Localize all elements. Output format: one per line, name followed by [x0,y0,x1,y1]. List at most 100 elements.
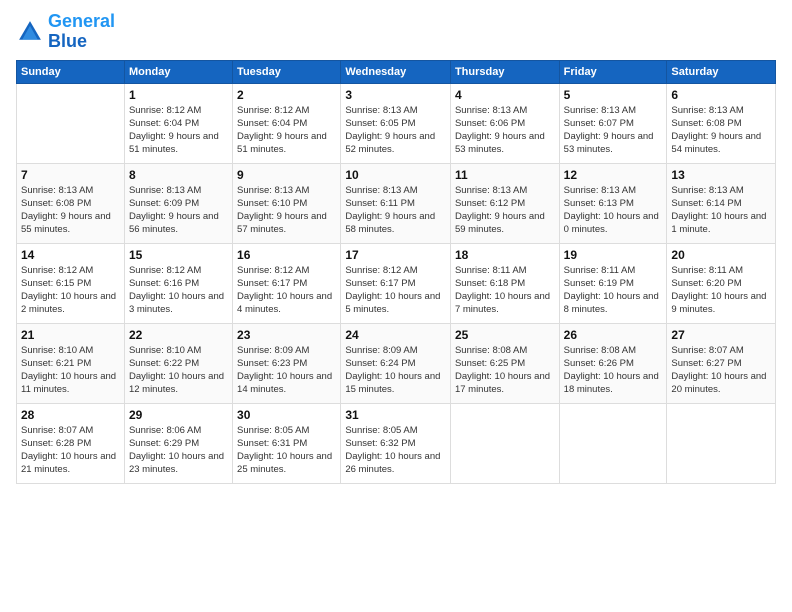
week-row-4: 21Sunrise: 8:10 AMSunset: 6:21 PMDayligh… [17,323,776,403]
cell-info: Sunrise: 8:07 AMSunset: 6:28 PMDaylight:… [21,424,120,476]
page: General Blue SundayMondayTuesdayWednesda… [0,0,792,612]
calendar-table: SundayMondayTuesdayWednesdayThursdayFrid… [16,60,776,484]
calendar-cell: 11Sunrise: 8:13 AMSunset: 6:12 PMDayligh… [450,163,559,243]
day-number: 26 [564,327,663,343]
logo-text: General Blue [48,12,115,52]
cell-info: Sunrise: 8:12 AMSunset: 6:16 PMDaylight:… [129,264,228,316]
cell-info: Sunrise: 8:11 AMSunset: 6:19 PMDaylight:… [564,264,663,316]
day-number: 27 [671,327,771,343]
calendar-cell [667,403,776,483]
day-number: 2 [237,87,336,103]
cell-info: Sunrise: 8:09 AMSunset: 6:23 PMDaylight:… [237,344,336,396]
cell-info: Sunrise: 8:10 AMSunset: 6:22 PMDaylight:… [129,344,228,396]
day-number: 30 [237,407,336,423]
calendar-cell: 19Sunrise: 8:11 AMSunset: 6:19 PMDayligh… [559,243,667,323]
cell-info: Sunrise: 8:13 AMSunset: 6:05 PMDaylight:… [345,104,446,156]
weekday-thursday: Thursday [450,60,559,83]
day-number: 18 [455,247,555,263]
day-number: 29 [129,407,228,423]
calendar-cell: 10Sunrise: 8:13 AMSunset: 6:11 PMDayligh… [341,163,451,243]
cell-info: Sunrise: 8:10 AMSunset: 6:21 PMDaylight:… [21,344,120,396]
day-number: 25 [455,327,555,343]
week-row-5: 28Sunrise: 8:07 AMSunset: 6:28 PMDayligh… [17,403,776,483]
day-number: 9 [237,167,336,183]
day-number: 11 [455,167,555,183]
calendar-cell: 9Sunrise: 8:13 AMSunset: 6:10 PMDaylight… [233,163,341,243]
calendar-cell: 30Sunrise: 8:05 AMSunset: 6:31 PMDayligh… [233,403,341,483]
day-number: 12 [564,167,663,183]
cell-info: Sunrise: 8:08 AMSunset: 6:26 PMDaylight:… [564,344,663,396]
calendar-cell: 23Sunrise: 8:09 AMSunset: 6:23 PMDayligh… [233,323,341,403]
day-number: 21 [21,327,120,343]
day-number: 24 [345,327,446,343]
weekday-wednesday: Wednesday [341,60,451,83]
day-number: 7 [21,167,120,183]
cell-info: Sunrise: 8:08 AMSunset: 6:25 PMDaylight:… [455,344,555,396]
cell-info: Sunrise: 8:06 AMSunset: 6:29 PMDaylight:… [129,424,228,476]
calendar-cell: 22Sunrise: 8:10 AMSunset: 6:22 PMDayligh… [124,323,232,403]
calendar-cell: 8Sunrise: 8:13 AMSunset: 6:09 PMDaylight… [124,163,232,243]
calendar-cell [450,403,559,483]
day-number: 17 [345,247,446,263]
calendar-cell: 13Sunrise: 8:13 AMSunset: 6:14 PMDayligh… [667,163,776,243]
calendar-cell: 25Sunrise: 8:08 AMSunset: 6:25 PMDayligh… [450,323,559,403]
calendar-cell [17,83,125,163]
day-number: 16 [237,247,336,263]
cell-info: Sunrise: 8:13 AMSunset: 6:14 PMDaylight:… [671,184,771,236]
day-number: 5 [564,87,663,103]
weekday-header-row: SundayMondayTuesdayWednesdayThursdayFrid… [17,60,776,83]
calendar-cell: 15Sunrise: 8:12 AMSunset: 6:16 PMDayligh… [124,243,232,323]
calendar-cell: 28Sunrise: 8:07 AMSunset: 6:28 PMDayligh… [17,403,125,483]
cell-info: Sunrise: 8:05 AMSunset: 6:31 PMDaylight:… [237,424,336,476]
day-number: 14 [21,247,120,263]
calendar-cell: 7Sunrise: 8:13 AMSunset: 6:08 PMDaylight… [17,163,125,243]
day-number: 6 [671,87,771,103]
day-number: 3 [345,87,446,103]
cell-info: Sunrise: 8:05 AMSunset: 6:32 PMDaylight:… [345,424,446,476]
cell-info: Sunrise: 8:12 AMSunset: 6:17 PMDaylight:… [237,264,336,316]
calendar-cell: 29Sunrise: 8:06 AMSunset: 6:29 PMDayligh… [124,403,232,483]
calendar-cell: 1Sunrise: 8:12 AMSunset: 6:04 PMDaylight… [124,83,232,163]
calendar-cell: 5Sunrise: 8:13 AMSunset: 6:07 PMDaylight… [559,83,667,163]
day-number: 19 [564,247,663,263]
day-number: 22 [129,327,228,343]
cell-info: Sunrise: 8:11 AMSunset: 6:18 PMDaylight:… [455,264,555,316]
day-number: 1 [129,87,228,103]
weekday-monday: Monday [124,60,232,83]
calendar-cell: 6Sunrise: 8:13 AMSunset: 6:08 PMDaylight… [667,83,776,163]
logo-icon [16,18,44,46]
calendar-cell: 21Sunrise: 8:10 AMSunset: 6:21 PMDayligh… [17,323,125,403]
cell-info: Sunrise: 8:07 AMSunset: 6:27 PMDaylight:… [671,344,771,396]
cell-info: Sunrise: 8:13 AMSunset: 6:09 PMDaylight:… [129,184,228,236]
cell-info: Sunrise: 8:12 AMSunset: 6:04 PMDaylight:… [129,104,228,156]
calendar-cell: 14Sunrise: 8:12 AMSunset: 6:15 PMDayligh… [17,243,125,323]
cell-info: Sunrise: 8:13 AMSunset: 6:11 PMDaylight:… [345,184,446,236]
weekday-friday: Friday [559,60,667,83]
calendar-cell: 3Sunrise: 8:13 AMSunset: 6:05 PMDaylight… [341,83,451,163]
cell-info: Sunrise: 8:12 AMSunset: 6:15 PMDaylight:… [21,264,120,316]
weekday-sunday: Sunday [17,60,125,83]
day-number: 10 [345,167,446,183]
calendar-cell: 31Sunrise: 8:05 AMSunset: 6:32 PMDayligh… [341,403,451,483]
calendar-cell: 18Sunrise: 8:11 AMSunset: 6:18 PMDayligh… [450,243,559,323]
cell-info: Sunrise: 8:13 AMSunset: 6:06 PMDaylight:… [455,104,555,156]
cell-info: Sunrise: 8:13 AMSunset: 6:08 PMDaylight:… [21,184,120,236]
day-number: 31 [345,407,446,423]
cell-info: Sunrise: 8:13 AMSunset: 6:10 PMDaylight:… [237,184,336,236]
calendar-cell: 16Sunrise: 8:12 AMSunset: 6:17 PMDayligh… [233,243,341,323]
calendar-cell [559,403,667,483]
calendar-cell: 2Sunrise: 8:12 AMSunset: 6:04 PMDaylight… [233,83,341,163]
cell-info: Sunrise: 8:13 AMSunset: 6:07 PMDaylight:… [564,104,663,156]
day-number: 28 [21,407,120,423]
calendar-cell: 12Sunrise: 8:13 AMSunset: 6:13 PMDayligh… [559,163,667,243]
week-row-2: 7Sunrise: 8:13 AMSunset: 6:08 PMDaylight… [17,163,776,243]
weekday-tuesday: Tuesday [233,60,341,83]
calendar-cell: 26Sunrise: 8:08 AMSunset: 6:26 PMDayligh… [559,323,667,403]
weekday-saturday: Saturday [667,60,776,83]
day-number: 23 [237,327,336,343]
logo: General Blue [16,12,115,52]
calendar-cell: 4Sunrise: 8:13 AMSunset: 6:06 PMDaylight… [450,83,559,163]
day-number: 8 [129,167,228,183]
calendar-cell: 27Sunrise: 8:07 AMSunset: 6:27 PMDayligh… [667,323,776,403]
calendar-cell: 17Sunrise: 8:12 AMSunset: 6:17 PMDayligh… [341,243,451,323]
